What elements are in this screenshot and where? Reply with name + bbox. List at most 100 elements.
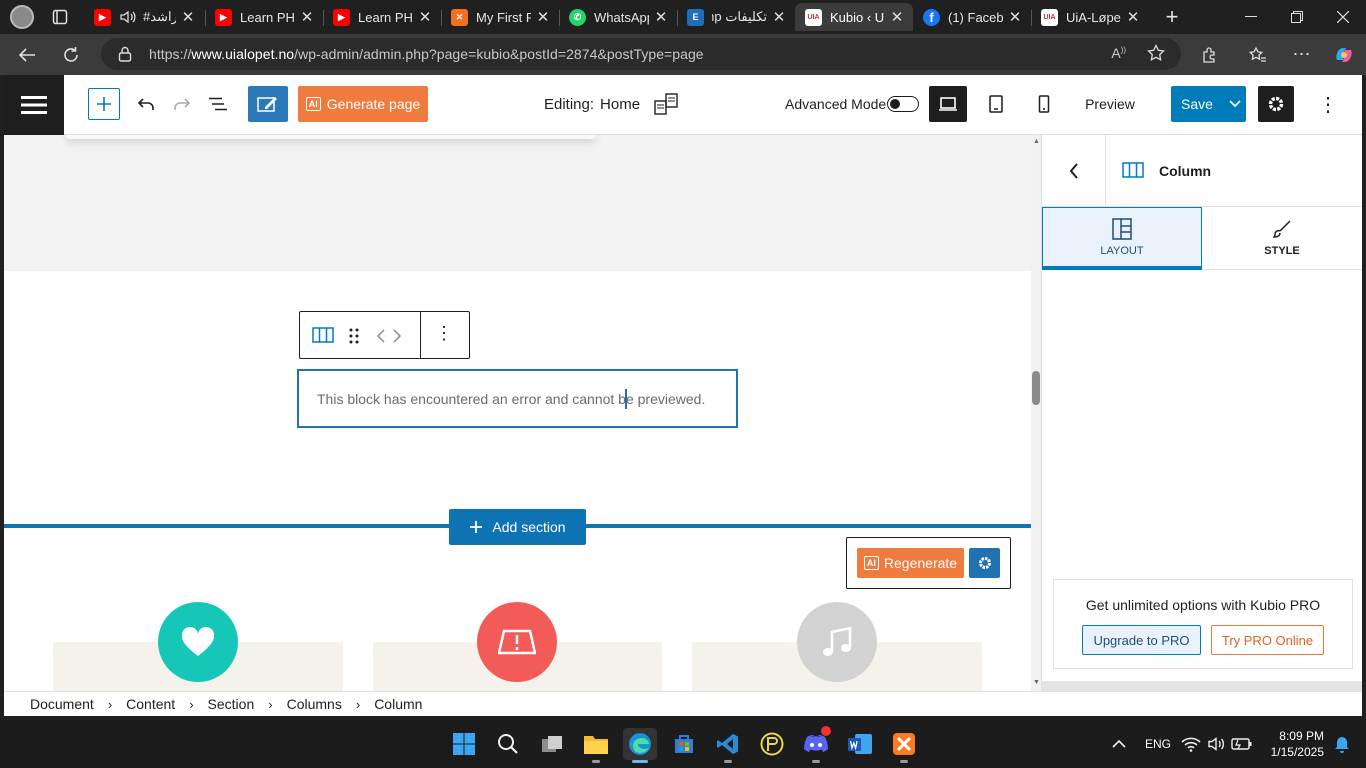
editing-indicator[interactable]: Editing: Home [544, 90, 678, 118]
search-icon[interactable] [491, 728, 525, 760]
close-tab-icon[interactable]: ✕ [889, 8, 905, 26]
minimize-icon[interactable] [1228, 0, 1274, 34]
tab-style[interactable]: STYLE [1202, 207, 1362, 270]
plus-icon [96, 96, 112, 112]
design-button[interactable] [248, 86, 288, 122]
error-block[interactable]: This block has encountered an error and … [297, 369, 738, 428]
move-left-icon[interactable] [376, 329, 386, 343]
regenerate-button[interactable]: AI Regenerate [857, 548, 964, 578]
column-block-icon [1122, 161, 1144, 179]
lock-icon[interactable] [118, 46, 132, 62]
browser-tab[interactable]: E تكليفات mp ✕ [677, 3, 795, 31]
read-aloud-icon[interactable]: A)) [1111, 45, 1126, 61]
close-window-icon[interactable] [1320, 0, 1366, 34]
chevron-up-icon[interactable] [1102, 728, 1136, 760]
editor-toolbar: AI Generate page Editing: Home Advanced … [4, 75, 1362, 135]
generate-page-button[interactable]: AI Generate page [298, 86, 428, 122]
browser-tab[interactable]: ▶ Learn PHP ✕ [205, 3, 323, 31]
refresh-icon[interactable] [56, 41, 86, 68]
browser-tab[interactable]: ✆ WhatsApp ✕ [559, 3, 677, 31]
undo-button[interactable] [132, 90, 160, 118]
advanced-mode-toggle[interactable] [887, 96, 919, 112]
add-section-button[interactable]: Add section [449, 509, 586, 545]
restore-icon[interactable] [1274, 0, 1320, 34]
xampp-icon[interactable] [887, 728, 921, 763]
options-menu-icon[interactable]: ⋮ [1314, 90, 1342, 118]
toolbar-divider [420, 312, 421, 358]
preview-button[interactable]: Preview [1076, 90, 1144, 118]
try-pro-button[interactable]: Try PRO Online [1211, 625, 1324, 655]
breadcrumb-content[interactable]: Content [126, 696, 175, 712]
desktop-view-button[interactable] [929, 86, 967, 122]
breadcrumb-section[interactable]: Section [208, 696, 255, 712]
section-settings-button[interactable] [969, 548, 1000, 578]
browser-tab[interactable]: ✕ My First PHP ✕ [441, 3, 559, 31]
close-tab-icon[interactable]: ✕ [180, 8, 196, 26]
copilot-icon[interactable] [1329, 41, 1359, 68]
save-options-button[interactable] [1223, 86, 1246, 122]
vscode-icon[interactable] [711, 728, 745, 763]
system-clock[interactable]: 8:09 PM 1/15/2025 [1262, 728, 1324, 760]
wifi-icon[interactable] [1179, 728, 1203, 760]
save-button[interactable]: Save [1171, 86, 1223, 122]
extensions-icon[interactable] [1195, 41, 1225, 68]
speaker-icon[interactable] [119, 9, 137, 25]
close-tab-icon[interactable]: ✕ [417, 8, 433, 26]
drag-handle-icon[interactable] [348, 327, 360, 345]
canvas-scrollbar[interactable]: ▲ ▼ [1031, 135, 1041, 691]
favorite-star-icon[interactable] [1147, 44, 1165, 62]
battery-icon[interactable] [1230, 728, 1254, 760]
breadcrumb-column[interactable]: Column [374, 696, 422, 712]
more-menu-icon[interactable]: ⋯ [1287, 41, 1317, 68]
browser-tab-active[interactable]: UIA Kubio ‹ UiA ✕ [795, 3, 913, 31]
close-tab-icon[interactable]: ✕ [299, 8, 315, 26]
tab-actions-icon[interactable] [47, 5, 73, 29]
close-tab-icon[interactable]: ✕ [535, 8, 551, 26]
edge-browser-icon[interactable] [623, 728, 657, 763]
mobile-view-button[interactable] [1030, 90, 1058, 118]
close-tab-icon[interactable]: ✕ [771, 8, 787, 26]
new-tab-icon[interactable]: + [1159, 4, 1185, 29]
task-view-icon[interactable] [535, 728, 569, 760]
browser-tab[interactable]: UIA UiA-Løpet ✕ [1031, 3, 1149, 31]
breadcrumb-columns[interactable]: Columns [287, 696, 342, 712]
breadcrumb-document[interactable]: Document [30, 696, 94, 712]
back-button[interactable] [1042, 135, 1106, 206]
close-tab-icon[interactable]: ✕ [1125, 8, 1141, 26]
notification-bell-icon[interactable] [1327, 728, 1357, 760]
close-tab-icon[interactable]: ✕ [1007, 8, 1023, 26]
move-right-icon[interactable] [392, 329, 402, 343]
pe-app-icon[interactable] [755, 728, 789, 760]
windows-start-icon[interactable] [447, 728, 481, 760]
language-indicator[interactable]: ENG [1145, 737, 1171, 751]
address-bar[interactable]: https://www.uialopet.no/wp-admin/admin.p… [101, 38, 1181, 70]
tab-title: (1) Facebook [948, 9, 1003, 25]
settings-button[interactable] [1258, 86, 1294, 122]
undo-icon [137, 97, 155, 111]
browser-tab[interactable]: f (1) Facebook ✕ [913, 3, 1031, 31]
inspector-scrollbar[interactable] [1042, 681, 1362, 691]
browser-tab[interactable]: ▶ #راشد ✕ [84, 3, 204, 31]
list-view-button[interactable] [204, 90, 232, 118]
file-explorer-icon[interactable] [579, 728, 613, 763]
upgrade-pro-button[interactable]: Upgrade to PRO [1082, 625, 1201, 655]
discord-icon[interactable] [799, 726, 833, 763]
microsoft-store-icon[interactable] [667, 728, 701, 760]
browser-tab[interactable]: ▶ Learn PHP ✕ [323, 3, 441, 31]
menu-hamburger-icon[interactable] [4, 75, 64, 135]
tablet-view-button[interactable] [982, 90, 1010, 118]
favorites-icon[interactable] [1243, 41, 1273, 68]
block-options-icon[interactable]: ⋮ [432, 323, 456, 347]
card-shadow [66, 135, 596, 139]
close-tab-icon[interactable]: ✕ [653, 8, 669, 26]
column-icon[interactable] [312, 326, 334, 344]
youtube-icon: ▶ [94, 8, 111, 26]
scrollbar-thumb[interactable] [1032, 371, 1040, 405]
profile-avatar-icon[interactable] [9, 5, 35, 29]
back-arrow-icon[interactable] [12, 41, 42, 68]
redo-button[interactable] [168, 90, 196, 118]
volume-icon[interactable] [1205, 728, 1229, 760]
tab-layout[interactable]: LAYOUT [1042, 207, 1202, 270]
word-icon[interactable] [843, 728, 877, 760]
add-block-button[interactable] [88, 88, 120, 120]
